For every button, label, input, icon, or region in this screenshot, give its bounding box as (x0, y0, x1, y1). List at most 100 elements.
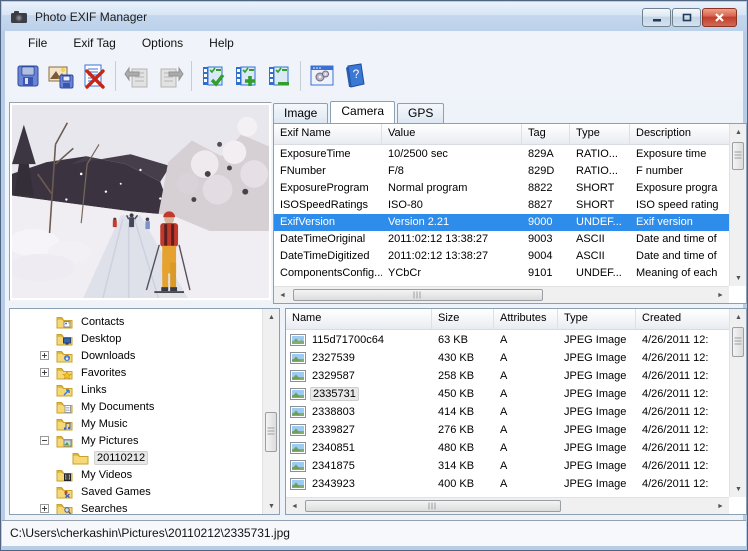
scroll-down-icon[interactable]: ▼ (263, 498, 280, 514)
scroll-down-icon[interactable]: ▼ (730, 270, 747, 286)
exif-vertical-scrollbar[interactable]: ▲ ▼ (729, 124, 746, 286)
exif-row[interactable]: FNumberF/8829DRATIO...F number (274, 163, 729, 180)
save-button[interactable] (13, 60, 43, 92)
header-name[interactable]: Name (286, 309, 432, 329)
validate-tags-button[interactable] (198, 60, 228, 92)
tree-item-desktop[interactable]: Desktop (10, 330, 261, 347)
tree-item-my-music[interactable]: My Music (10, 415, 261, 432)
tree-vertical-scrollbar[interactable]: ▲ ▼ (262, 309, 279, 514)
collapse-minus-icon[interactable] (40, 436, 49, 445)
tree-item-searches[interactable]: Searches (10, 500, 261, 515)
minimize-button[interactable] (642, 8, 671, 27)
header-type[interactable]: Type (558, 309, 636, 329)
help-button[interactable]: ? (340, 60, 370, 92)
image-file-icon (290, 352, 306, 364)
add-tag-button[interactable] (231, 60, 261, 92)
folder-tree: Contacts Desktop Downloads Favorites Lin… (9, 308, 280, 515)
scroll-up-icon[interactable]: ▲ (730, 309, 747, 325)
expand-plus-icon[interactable] (40, 504, 49, 513)
exif-row-selected[interactable]: ExifVersionVersion 2.219000UNDEF...Exif … (274, 214, 729, 231)
menu-options[interactable]: Options (133, 33, 192, 53)
menu-help[interactable]: Help (200, 33, 243, 53)
tab-gps[interactable]: GPS (397, 103, 444, 123)
exif-horizontal-scrollbar[interactable]: ◄ ► (274, 286, 729, 303)
exif-row[interactable]: DateTimeOriginal2011:02:12 13:38:279003A… (274, 231, 729, 248)
contacts-folder-icon (56, 315, 73, 329)
toolbar-separator (115, 61, 116, 91)
tree-item-downloads[interactable]: Downloads (10, 347, 261, 364)
exif-row[interactable]: ExposureTime10/2500 sec829ARATIO...Expos… (274, 146, 729, 163)
expand-plus-icon[interactable] (40, 368, 49, 377)
tree-item-label: Downloads (78, 350, 138, 362)
tree-item-saved-games[interactable]: Saved Games (10, 483, 261, 500)
file-row[interactable]: 2339827276 KBAJPEG Image4/26/2011 12: (286, 421, 729, 439)
header-type[interactable]: Type (570, 124, 630, 144)
next-image-button[interactable] (155, 60, 185, 92)
tree-item-my-videos[interactable]: My Videos (10, 466, 261, 483)
music-folder-icon (56, 417, 73, 431)
content-area: Image Camera GPS Exif Name Value Tag Typ… (5, 98, 743, 520)
tab-image[interactable]: Image (273, 103, 328, 123)
files-horizontal-scrollbar[interactable]: ◄ ► (286, 497, 729, 514)
image-file-icon (290, 388, 306, 400)
menu-file[interactable]: File (19, 33, 56, 53)
file-row[interactable]: 2338803414 KBAJPEG Image4/26/2011 12: (286, 403, 729, 421)
header-tag[interactable]: Tag (522, 124, 570, 144)
scroll-up-icon[interactable]: ▲ (730, 124, 747, 140)
close-button[interactable] (702, 8, 737, 27)
tree-item-links[interactable]: Links (10, 381, 261, 398)
image-file-icon (290, 442, 306, 454)
scroll-left-icon[interactable]: ◄ (286, 498, 303, 514)
header-size[interactable]: Size (432, 309, 494, 329)
menu-bar: File Exif Tag Options Help (5, 31, 743, 54)
image-file-icon (290, 370, 306, 382)
maximize-button[interactable] (672, 8, 701, 27)
file-row-selected[interactable]: 2335731450 KBAJPEG Image4/26/2011 12: (286, 385, 729, 403)
header-exif-name[interactable]: Exif Name (274, 124, 382, 144)
tree-item-label: My Videos (78, 469, 135, 481)
scroll-down-icon[interactable]: ▼ (730, 481, 747, 497)
files-vertical-scrollbar[interactable]: ▲ ▼ (729, 309, 746, 497)
tree-item-favorites[interactable]: Favorites (10, 364, 261, 381)
exif-row[interactable]: ComponentsConfig...YCbCr9101UNDEF...Mean… (274, 265, 729, 282)
scroll-up-icon[interactable]: ▲ (263, 309, 280, 325)
previous-image-button[interactable] (122, 60, 152, 92)
scroll-right-icon[interactable]: ► (712, 498, 729, 514)
file-row[interactable]: 2341875314 KBAJPEG Image4/26/2011 12: (286, 457, 729, 475)
save-image-button[interactable] (46, 60, 76, 92)
delete-tags-icon (81, 63, 108, 90)
file-row[interactable]: 115d71700c6463 KBAJPEG Image4/26/2011 12… (286, 331, 729, 349)
scroll-right-icon[interactable]: ► (712, 287, 729, 303)
exif-row[interactable]: DateTimeDigitized2011:02:12 13:38:279004… (274, 248, 729, 265)
links-folder-icon (56, 383, 73, 397)
tree-item-20110212[interactable]: 20110212 (10, 449, 261, 466)
prev-image-icon (124, 63, 151, 89)
tree-item-contacts[interactable]: Contacts (10, 313, 261, 330)
exif-row[interactable]: ExposureProgramNormal program8822SHORTEx… (274, 180, 729, 197)
toolbar: ? (5, 54, 743, 98)
file-row[interactable]: 2343923400 KBAJPEG Image4/26/2011 12: (286, 475, 729, 493)
tree-item-my-documents[interactable]: My Documents (10, 398, 261, 415)
file-row[interactable]: 2327539430 KBAJPEG Image4/26/2011 12: (286, 349, 729, 367)
remove-tag-button[interactable] (264, 60, 294, 92)
tree-item-my-pictures[interactable]: My Pictures (10, 432, 261, 449)
exif-row[interactable]: ISOSpeedRatingsISO-808827SHORTISO speed … (274, 197, 729, 214)
title-bar[interactable]: Photo EXIF Manager (2, 2, 746, 31)
menu-exif-tag[interactable]: Exif Tag (64, 33, 124, 53)
folder-icon (72, 451, 89, 465)
options-button[interactable] (307, 60, 337, 92)
header-attributes[interactable]: Attributes (494, 309, 558, 329)
tab-camera[interactable]: Camera (330, 101, 395, 123)
options-icon (309, 63, 335, 89)
header-value[interactable]: Value (382, 124, 522, 144)
file-row[interactable]: 2329587258 KBAJPEG Image4/26/2011 12: (286, 367, 729, 385)
status-bar: C:\Users\cherkashin\Pictures\20110212\23… (2, 520, 746, 546)
scroll-left-icon[interactable]: ◄ (274, 287, 291, 303)
delete-tags-button[interactable] (79, 60, 109, 92)
pictures-folder-icon (56, 434, 73, 448)
file-row[interactable]: 2340851480 KBAJPEG Image4/26/2011 12: (286, 439, 729, 457)
image-file-icon (290, 334, 306, 346)
tree-item-label: Desktop (78, 333, 124, 345)
expand-plus-icon[interactable] (40, 351, 49, 360)
photo-exif-manager-window: Photo EXIF Manager File Exif Tag Options… (0, 0, 748, 551)
